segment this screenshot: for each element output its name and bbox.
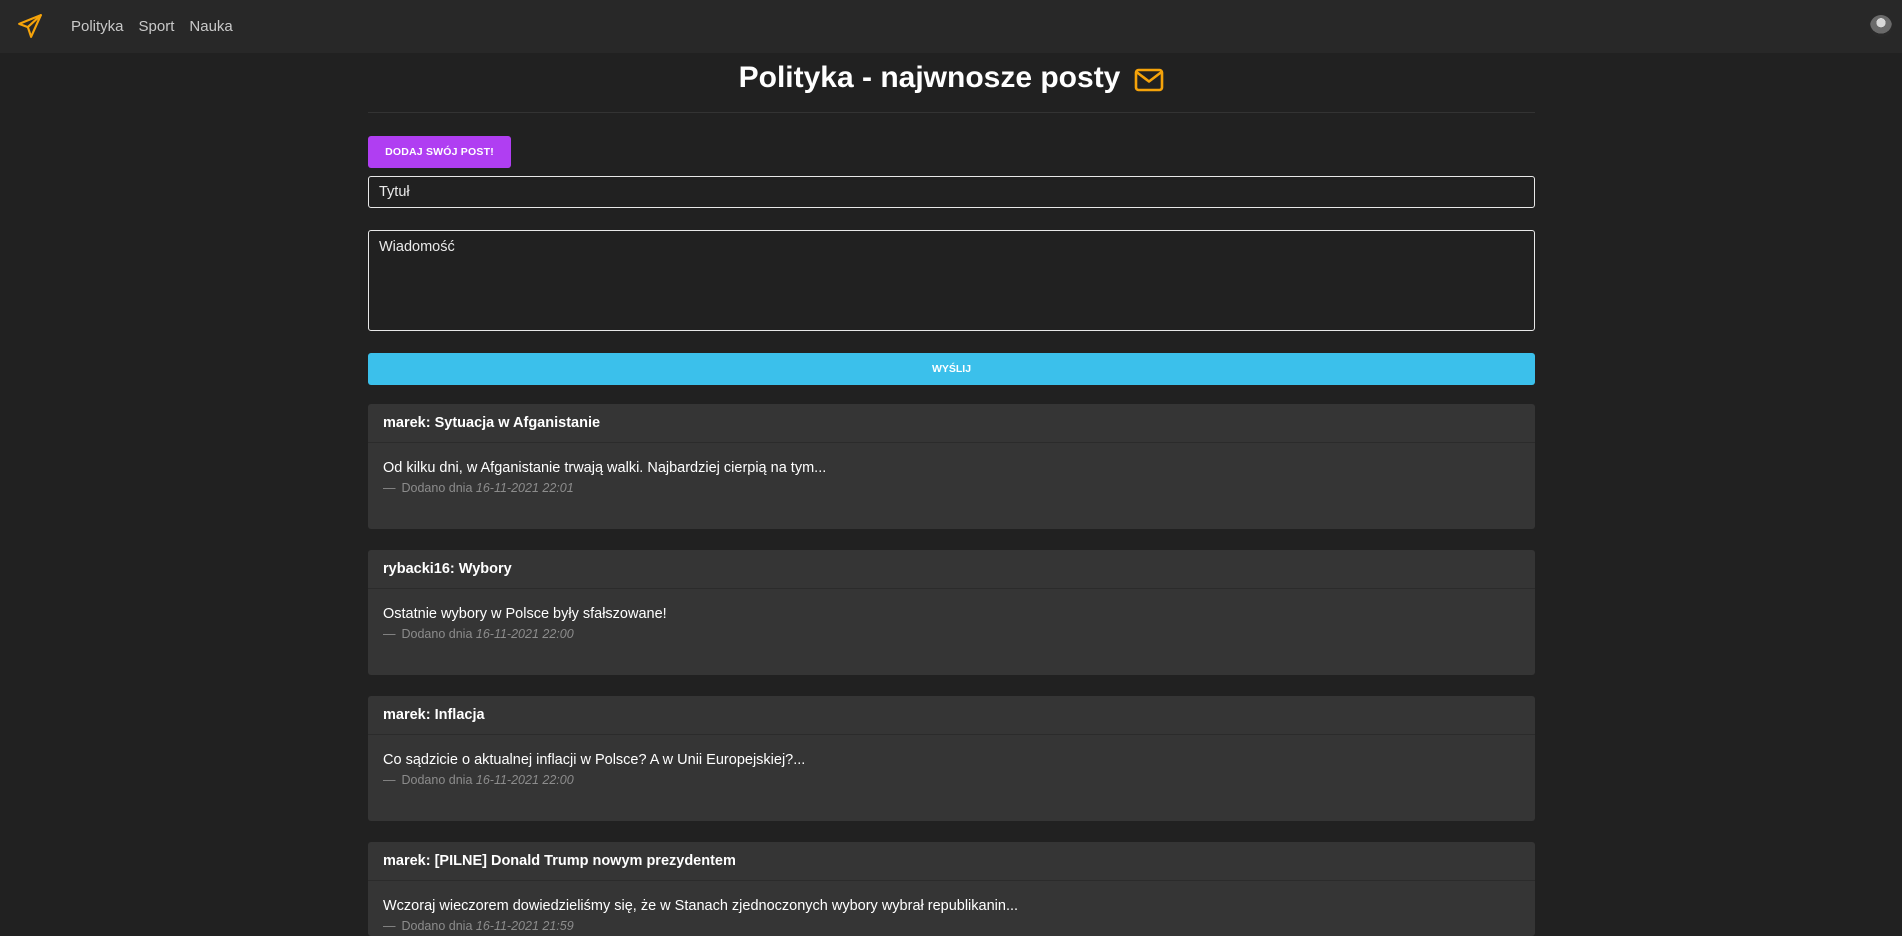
meta-dash: — <box>383 481 396 495</box>
added-label: Dodano dnia <box>401 627 473 641</box>
post-title-input[interactable] <box>368 176 1535 208</box>
envelope-icon <box>1134 66 1164 92</box>
post-text: Wczoraj wieczorem dowiedzieliśmy się, że… <box>383 898 1019 914</box>
post-heading: marek: [PILNE] Donald Trump nowym prezyd… <box>368 842 1535 881</box>
post-message-input[interactable] <box>368 230 1535 331</box>
post-meta: — Dodano dnia 16-11-2021 22:01 <box>383 481 1520 495</box>
nav-item-sport[interactable]: Sport <box>139 18 175 35</box>
added-label: Dodano dnia <box>401 481 473 495</box>
added-label: Dodano dnia <box>401 773 473 787</box>
post-text: Od kilku dni, w Afganistanie trwają walk… <box>383 460 827 476</box>
post-heading: marek: Sytuacja w Afganistanie <box>368 404 1535 443</box>
nav-item-polityka[interactable]: Polityka <box>71 18 124 35</box>
navbar: Polityka Sport Nauka <box>0 0 1902 53</box>
post-date: 16-11-2021 22:00 <box>475 773 574 787</box>
paper-plane-icon[interactable] <box>17 13 43 39</box>
send-button[interactable]: WYŚLIJ <box>368 353 1535 385</box>
post-body: Wczoraj wieczorem dowiedzieliśmy się, że… <box>368 881 1535 933</box>
meta-dash: — <box>383 773 396 787</box>
post-body: Od kilku dni, w Afganistanie trwają walk… <box>368 443 1535 495</box>
post-date: 16-11-2021 21:59 <box>475 919 574 933</box>
add-post-button[interactable]: DODAJ SWÓJ POST! <box>368 136 511 168</box>
nav-links: Polityka Sport Nauka <box>71 0 248 53</box>
post-date: 16-11-2021 22:01 <box>475 481 574 495</box>
title-divider <box>368 112 1535 113</box>
page-title: Polityka - najwnosze posty <box>368 57 1535 99</box>
post-heading: marek: Inflacja <box>368 696 1535 735</box>
post-body: Co sądzicie o aktualnej inflacji w Polsc… <box>368 735 1535 787</box>
page-title-text: Polityka - najwnosze posty <box>738 61 1121 94</box>
avatar[interactable] <box>1870 15 1892 37</box>
post-text: Co sądzicie o aktualnej inflacji w Polsc… <box>383 752 806 768</box>
meta-dash: — <box>383 919 396 933</box>
meta-dash: — <box>383 627 396 641</box>
post-meta: — Dodano dnia 16-11-2021 22:00 <box>383 627 1520 641</box>
post-card[interactable]: marek: Inflacja Co sądzicie o aktualnej … <box>368 696 1535 821</box>
post-card[interactable]: marek: [PILNE] Donald Trump nowym prezyd… <box>368 842 1535 936</box>
main-content: Polityka - najwnosze posty DODAJ SWÓJ PO… <box>368 53 1535 936</box>
post-body: Ostatnie wybory w Polsce były sfałszowan… <box>368 589 1535 641</box>
post-card[interactable]: marek: Sytuacja w Afganistanie Od kilku … <box>368 404 1535 529</box>
post-card[interactable]: rybacki16: Wybory Ostatnie wybory w Pols… <box>368 550 1535 675</box>
nav-item-nauka[interactable]: Nauka <box>189 18 232 35</box>
post-heading: rybacki16: Wybory <box>368 550 1535 589</box>
post-meta: — Dodano dnia 16-11-2021 21:59 <box>383 919 1520 933</box>
post-meta: — Dodano dnia 16-11-2021 22:00 <box>383 773 1520 787</box>
post-text: Ostatnie wybory w Polsce były sfałszowan… <box>383 606 667 622</box>
post-date: 16-11-2021 22:00 <box>475 627 574 641</box>
added-label: Dodano dnia <box>401 919 473 933</box>
